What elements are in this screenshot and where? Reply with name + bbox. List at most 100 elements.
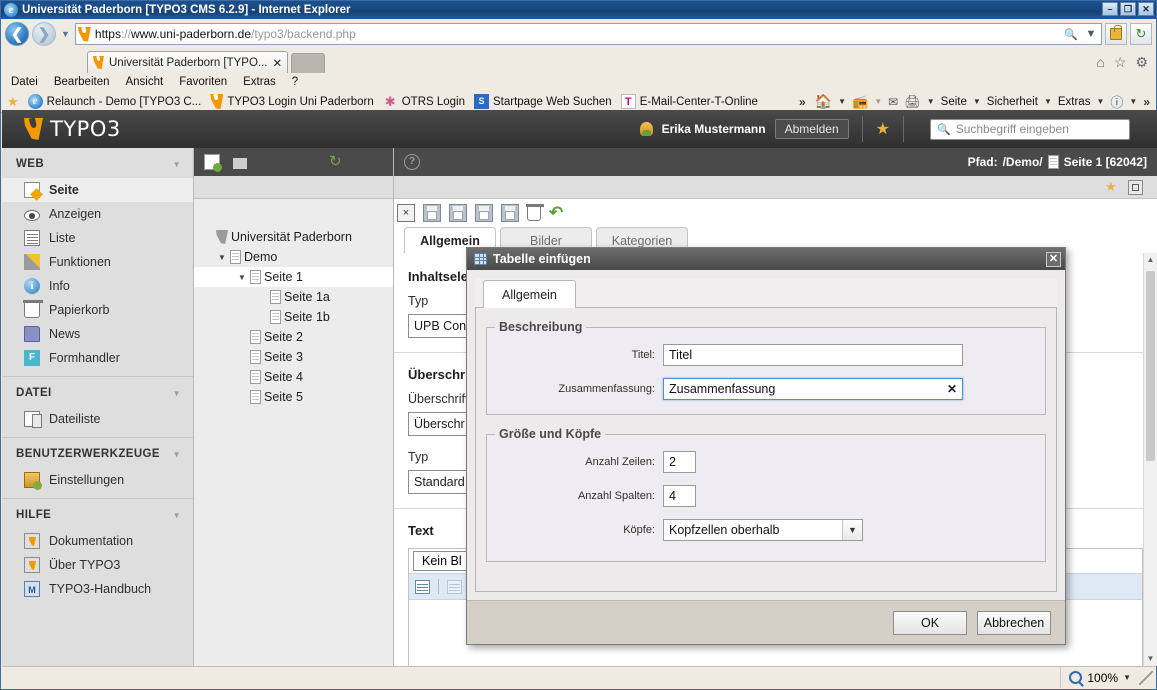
bookmark-add-icon[interactable]: ★ — [1105, 180, 1120, 195]
module-group-datei[interactable]: DATEI ▼ — [2, 377, 193, 407]
search-box[interactable]: 🔍 Suchbegriff eingeben — [930, 118, 1130, 140]
save-icon[interactable] — [423, 204, 441, 222]
chevron-down-icon[interactable]: ▼ — [1044, 97, 1052, 106]
menu-item-ansicht[interactable]: Ansicht — [125, 76, 163, 88]
tree-item-seite-1[interactable]: ▼ Seite 1 — [194, 267, 393, 287]
menu-item-datei[interactable]: Datei — [11, 76, 38, 88]
favorites-overflow-icon[interactable]: » — [799, 95, 806, 109]
search-icon[interactable]: 🔍 — [1063, 25, 1079, 43]
save-and-view-icon[interactable] — [449, 204, 467, 222]
rte-block-style-select[interactable]: Kein Bl — [413, 551, 471, 571]
chevron-down-icon[interactable]: ▼ — [173, 450, 181, 459]
scroll-up-icon[interactable]: ▲ — [1144, 253, 1157, 267]
feeds-icon[interactable]: 📻 — [852, 94, 868, 110]
undo-icon[interactable]: ↶ — [549, 204, 567, 222]
favorite-link-startpage[interactable]: S Startpage Web Suchen — [474, 94, 612, 109]
anzahl-spalten-input[interactable]: 4 — [663, 485, 696, 507]
dialog-tab-allgemein[interactable]: Allgemein — [483, 280, 576, 308]
command-bar-overflow-icon[interactable]: » — [1143, 95, 1150, 109]
add-favorite-icon[interactable]: ★ — [7, 95, 19, 108]
sidebar-item-einstellungen[interactable]: Einstellungen — [2, 468, 193, 492]
chevron-down-icon[interactable]: ▼ — [173, 511, 181, 520]
logout-button[interactable]: Abmelden — [774, 119, 849, 139]
tree-item-seite-1b[interactable]: Seite 1b — [194, 307, 393, 327]
favorites-star-icon[interactable]: ☆ — [1114, 54, 1127, 71]
menu-item-favoriten[interactable]: Favoriten — [179, 76, 227, 88]
scroll-down-icon[interactable]: ▼ — [1144, 652, 1157, 666]
read-mail-icon[interactable]: ✉ — [888, 95, 898, 109]
module-group-benutzerwerkzeuge[interactable]: BENUTZERWERKZEUGE ▼ — [2, 438, 193, 468]
tree-item-root[interactable]: Universität Paderborn — [194, 227, 393, 247]
chevron-down-icon[interactable]: ▼ — [173, 389, 181, 398]
sidebar-item-funktionen[interactable]: Funktionen — [2, 250, 193, 274]
back-button[interactable]: ❮ — [5, 22, 29, 46]
cancel-button[interactable]: Abbrechen — [977, 610, 1051, 635]
document-scrollbar[interactable]: ▲ ▼ — [1143, 253, 1157, 666]
sidebar-item-dateiliste[interactable]: Dateiliste — [2, 407, 193, 431]
module-group-hilfe[interactable]: HILFE ▼ — [2, 499, 193, 529]
menu-item-extras[interactable]: Extras — [243, 76, 276, 88]
ok-button[interactable]: OK — [893, 610, 967, 635]
tree-item-demo[interactable]: ▼ Demo — [194, 247, 393, 267]
chevron-down-icon[interactable]: ▼ — [927, 97, 935, 106]
titel-input[interactable]: Titel — [663, 344, 963, 366]
command-extras[interactable]: Extras — [1058, 96, 1091, 108]
tree-item-seite-1a[interactable]: Seite 1a — [194, 287, 393, 307]
tree-item-seite-5[interactable]: Seite 5 — [194, 387, 393, 407]
koepfe-select[interactable]: Kopfzellen oberhalb ▼ — [663, 519, 863, 541]
module-group-web[interactable]: WEB ▼ — [2, 148, 193, 178]
sidebar-item-typo3-handbuch[interactable]: M TYPO3-Handbuch — [2, 577, 193, 601]
browser-tab[interactable]: Universität Paderborn [TYPO... ✕ — [87, 51, 289, 73]
new-page-icon[interactable] — [204, 154, 222, 172]
sidebar-item-dokumentation[interactable]: Dokumentation — [2, 529, 193, 553]
tab-close-icon[interactable]: ✕ — [273, 56, 283, 70]
table-properties-icon[interactable] — [447, 579, 462, 594]
zoom-control[interactable]: 100% ▼ — [1060, 667, 1139, 688]
new-tab-button[interactable] — [291, 53, 326, 73]
home-page-icon[interactable]: 🏠 — [815, 93, 832, 110]
menu-item-help[interactable]: ? — [292, 76, 298, 88]
sidebar-item-anzeigen[interactable]: Anzeigen — [2, 202, 193, 226]
favorite-link-otrs[interactable]: ✱ OTRS Login — [383, 94, 465, 109]
help-icon[interactable]: ⓘ — [1110, 92, 1123, 111]
command-seite[interactable]: Seite — [941, 96, 967, 108]
refresh-icon[interactable]: ↻ — [329, 154, 345, 170]
delete-icon[interactable] — [526, 204, 544, 221]
minimize-button[interactable]: – — [1102, 2, 1118, 16]
command-sicherheit[interactable]: Sicherheit — [987, 96, 1038, 108]
maximize-button[interactable]: ❐ — [1120, 2, 1136, 16]
clear-icon[interactable]: ✕ — [947, 382, 957, 396]
sidebar-item-info[interactable]: i Info — [2, 274, 193, 298]
tree-toggle[interactable]: ▼ — [218, 253, 227, 262]
refresh-button[interactable]: ↻ — [1130, 23, 1152, 45]
chevron-down-icon[interactable]: ▼ — [1083, 25, 1099, 43]
recent-pages-dropdown-icon[interactable]: ▼ — [59, 29, 72, 39]
zusammenfassung-input[interactable]: Zusammenfassung ✕ — [663, 378, 963, 400]
sidebar-item-papierkorb[interactable]: Papierkorb — [2, 298, 193, 322]
save-and-new-icon[interactable] — [501, 204, 519, 222]
chevron-down-icon[interactable]: ▼ — [1129, 97, 1137, 106]
tree-item-seite-4[interactable]: Seite 4 — [194, 367, 393, 387]
tree-toggle[interactable]: ▼ — [238, 273, 247, 282]
security-lock-button[interactable] — [1105, 23, 1127, 45]
home-icon[interactable]: ⌂ — [1096, 54, 1104, 71]
chevron-down-icon[interactable]: ▼ — [838, 97, 846, 106]
chevron-down-icon[interactable]: ▼ — [173, 160, 181, 169]
filter-icon[interactable] — [233, 157, 247, 169]
insert-table-icon[interactable] — [415, 579, 430, 594]
print-icon[interactable]: 🖨 — [904, 94, 921, 110]
sidebar-item-seite[interactable]: Seite — [2, 178, 193, 202]
sidebar-item-news[interactable]: News — [2, 322, 193, 346]
sidebar-item-liste[interactable]: Liste — [2, 226, 193, 250]
sidebar-item-ueber-typo3[interactable]: Über TYPO3 — [2, 553, 193, 577]
chevron-down-icon[interactable]: ▼ — [1123, 673, 1131, 682]
scrollbar-thumb[interactable] — [1146, 271, 1155, 461]
bookmarks-star-icon[interactable]: ★ — [876, 119, 890, 139]
fullscreen-icon[interactable] — [1128, 179, 1143, 195]
favorite-link-email-center[interactable]: T E-Mail-Center-T-Online — [620, 94, 758, 109]
save-and-close-icon[interactable] — [475, 204, 493, 222]
menu-item-bearbeiten[interactable]: Bearbeiten — [54, 76, 110, 88]
address-bar[interactable]: https://www.uni-paderborn.de/typo3/backe… — [74, 23, 1102, 45]
favorite-link-typo3-login[interactable]: TYPO3 Login Uni Paderborn — [210, 94, 373, 109]
chevron-down-icon[interactable]: ▼ — [874, 97, 882, 106]
